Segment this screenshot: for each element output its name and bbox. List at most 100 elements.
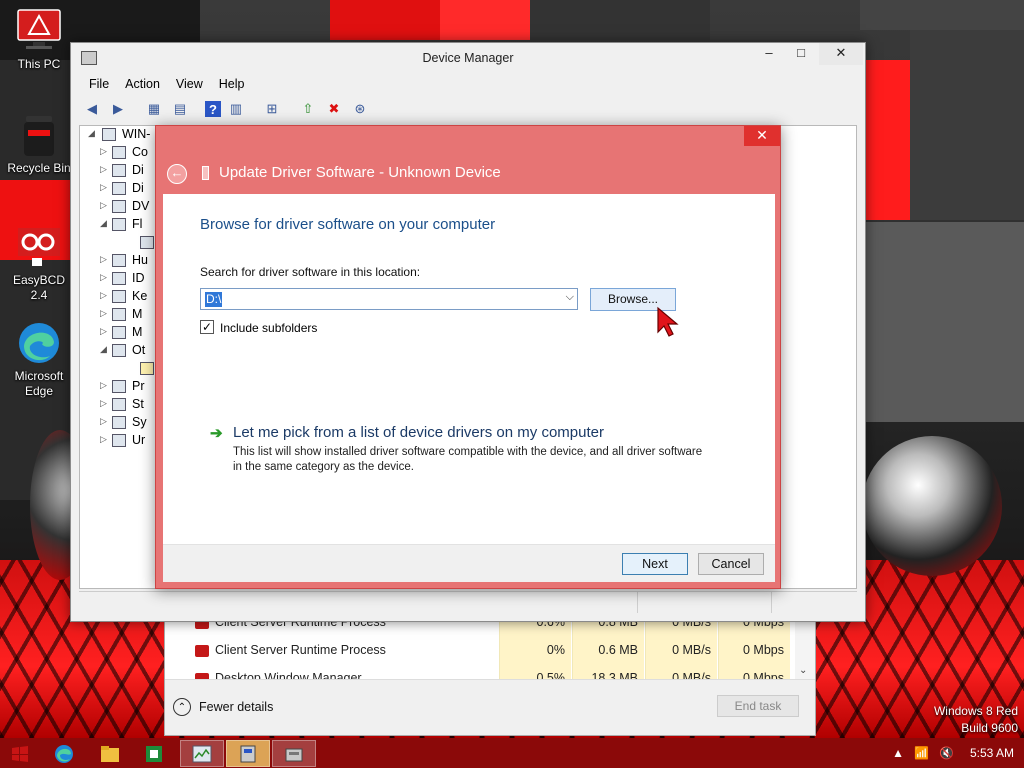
device-category-icon bbox=[112, 434, 126, 447]
cancel-button[interactable]: Cancel bbox=[698, 553, 764, 575]
chevron-down-icon[interactable]: ◢ bbox=[88, 128, 95, 139]
device-category-icon bbox=[112, 272, 126, 285]
device-category-icon bbox=[112, 218, 126, 231]
chevron-right-icon[interactable]: ▷ bbox=[100, 290, 107, 301]
taskbar-file-explorer[interactable] bbox=[88, 740, 132, 767]
desktop-icon-easybcd[interactable]: EasyBCD 2.4 bbox=[4, 224, 74, 303]
scrollbar[interactable]: ⌄ bbox=[795, 613, 815, 681]
chevron-up-icon[interactable]: ▲ bbox=[892, 746, 904, 760]
device-category-icon bbox=[112, 164, 126, 177]
title-bar[interactable]: Device Manager – □ ✕ bbox=[71, 43, 865, 73]
process-icon bbox=[195, 645, 209, 657]
start-button[interactable] bbox=[0, 740, 40, 767]
search-location-label: Search for driver software in this locat… bbox=[200, 265, 421, 279]
chevron-down-icon[interactable]: ⌄ bbox=[799, 665, 807, 676]
clock[interactable]: 5:53 AM bbox=[970, 746, 1014, 760]
desktop-icon-label: Microsoft Edge bbox=[14, 369, 64, 398]
back-arrow-icon[interactable]: ← bbox=[167, 164, 187, 184]
menu-help[interactable]: Help bbox=[211, 77, 253, 91]
spreadsheet-icon bbox=[146, 745, 162, 762]
process-name: Client Server Runtime Process bbox=[215, 643, 386, 657]
driver-location-combobox[interactable]: D:\ ⌵ bbox=[200, 288, 578, 310]
toolbar: ◀ ▶ ▦ ▤ ? ▥ ⊞ ⇧ ✖ ⊛ bbox=[71, 95, 865, 123]
watermark-line: Windows 8 Red bbox=[933, 704, 1018, 718]
chevron-down-icon[interactable]: ◢ bbox=[100, 218, 107, 229]
chevron-right-icon[interactable]: ▷ bbox=[100, 434, 107, 445]
view-icon[interactable]: ▥ bbox=[225, 98, 247, 120]
chevron-down-icon[interactable]: ◢ bbox=[100, 344, 107, 355]
desktop-icon-this-pc[interactable]: This PC bbox=[4, 8, 74, 72]
uninstall-icon[interactable]: ✖ bbox=[323, 98, 345, 120]
driver-location-value[interactable]: D:\ bbox=[205, 292, 223, 307]
network-icon[interactable]: 📶 bbox=[914, 746, 929, 760]
table-row[interactable]: Client Server Runtime Process 0% 0.6 MB … bbox=[165, 638, 791, 666]
desktop-icon-label: EasyBCD 2.4 bbox=[12, 273, 65, 302]
taskbar-edge[interactable] bbox=[42, 740, 86, 767]
close-button[interactable]: ✕ bbox=[819, 43, 863, 65]
chevron-down-icon[interactable]: ⌵ bbox=[566, 291, 574, 304]
cpu-value: 0% bbox=[499, 638, 571, 666]
dialog-title: Update Driver Software - Unknown Device bbox=[219, 164, 501, 181]
chevron-right-icon[interactable]: ▷ bbox=[100, 164, 107, 175]
menu-action[interactable]: Action bbox=[117, 77, 168, 91]
chevron-right-icon[interactable]: ▷ bbox=[100, 200, 107, 211]
taskbar-driver-wizard[interactable] bbox=[272, 740, 316, 767]
minimize-button[interactable]: – bbox=[753, 43, 785, 65]
disk-value: 0 MB/s bbox=[645, 638, 717, 666]
taskbar-device-manager[interactable] bbox=[226, 740, 270, 767]
properties-grid-icon[interactable]: ▦ bbox=[143, 98, 165, 120]
back-arrow-icon[interactable]: ◀ bbox=[81, 98, 103, 120]
chevron-right-icon[interactable]: ▷ bbox=[100, 146, 107, 157]
menu-file[interactable]: File bbox=[81, 77, 117, 91]
device-category-icon bbox=[112, 290, 126, 303]
device-category-icon bbox=[112, 182, 126, 195]
menu-view[interactable]: View bbox=[168, 77, 211, 91]
pick-driver-description: This list will show installed driver sof… bbox=[233, 446, 703, 473]
hardware-icon bbox=[285, 748, 303, 761]
device-category-icon bbox=[112, 344, 126, 357]
taskbar-excel[interactable] bbox=[132, 740, 176, 767]
device-icon bbox=[140, 236, 154, 249]
end-task-button[interactable]: End task bbox=[717, 695, 799, 717]
device-category-icon bbox=[112, 326, 126, 339]
next-button[interactable]: Next bbox=[622, 553, 688, 575]
chevron-right-icon[interactable]: ▷ bbox=[100, 272, 107, 283]
chevron-right-icon[interactable]: ▷ bbox=[100, 380, 107, 391]
os-watermark: Windows 8 Red Build 9600 bbox=[934, 703, 1018, 737]
menu-bar: File Action View Help bbox=[71, 73, 865, 95]
device-category-icon bbox=[112, 308, 126, 321]
chevron-right-icon[interactable]: ▷ bbox=[100, 398, 107, 409]
desktop-icon-edge[interactable]: Microsoft Edge bbox=[4, 320, 74, 399]
help-icon[interactable]: ? bbox=[205, 101, 221, 117]
dialog-close-button[interactable]: ✕ bbox=[744, 126, 780, 146]
system-tray: ▲ 📶 🔇 5:53 AM bbox=[892, 746, 1014, 760]
memory-value: 0.6 MB bbox=[572, 638, 644, 666]
mouse-cursor-icon bbox=[657, 306, 679, 337]
chevron-right-icon[interactable]: ▷ bbox=[100, 254, 107, 265]
update-driver-icon[interactable]: ⇧ bbox=[297, 98, 319, 120]
forward-arrow-icon[interactable]: ▶ bbox=[107, 98, 129, 120]
task-manager-window: Client Server Runtime Process 0.6% 0.8 M… bbox=[164, 610, 816, 736]
device-category-icon bbox=[112, 146, 126, 159]
window-title: Device Manager bbox=[422, 51, 514, 65]
chevron-right-icon[interactable]: ▷ bbox=[100, 308, 107, 319]
disable-device-icon[interactable]: ⊛ bbox=[349, 98, 371, 120]
folder-icon bbox=[101, 745, 119, 762]
pick-driver-link[interactable]: Let me pick from a list of device driver… bbox=[233, 424, 604, 441]
recycle-bin-icon bbox=[16, 112, 62, 158]
desktop-icon-recycle-bin[interactable]: Recycle Bin bbox=[4, 112, 74, 176]
taskbar-task-manager[interactable] bbox=[180, 740, 224, 767]
scan-hardware-icon[interactable]: ⊞ bbox=[261, 98, 283, 120]
device-icon bbox=[202, 166, 209, 180]
list-icon[interactable]: ▤ bbox=[169, 98, 191, 120]
chevron-right-icon[interactable]: ▷ bbox=[100, 182, 107, 193]
chevron-right-icon[interactable]: ▷ bbox=[100, 416, 107, 427]
include-subfolders-checkbox[interactable]: ✓ bbox=[200, 320, 214, 334]
include-subfolders-label[interactable]: Include subfolders bbox=[220, 321, 317, 335]
device-category-icon bbox=[112, 254, 126, 267]
windows-logo-icon bbox=[12, 745, 28, 762]
fewer-details-button[interactable]: ⌃ Fewer details bbox=[173, 698, 273, 716]
volume-muted-icon[interactable]: 🔇 bbox=[939, 746, 954, 760]
maximize-button[interactable]: □ bbox=[785, 43, 817, 65]
chevron-right-icon[interactable]: ▷ bbox=[100, 326, 107, 337]
